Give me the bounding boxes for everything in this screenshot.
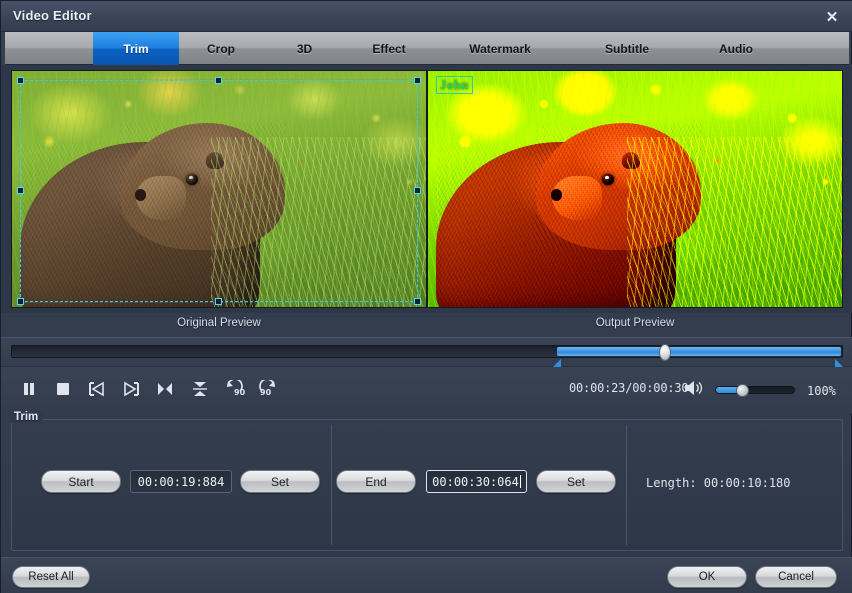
trim-end-input[interactable]: 00:00:30:064	[426, 470, 527, 493]
output-preview-label: Output Preview	[595, 317, 675, 329]
svg-text:90: 90	[260, 388, 272, 397]
snapshot-button[interactable]	[151, 376, 179, 402]
speaker-icon[interactable]	[683, 379, 705, 397]
footer-bar: Reset All OK Cancel	[1, 557, 852, 593]
volume-percent-label: 100%	[807, 384, 836, 398]
timeline-track[interactable]	[11, 344, 843, 361]
timeline-bar	[1, 337, 852, 368]
trim-end-button[interactable]: End	[336, 470, 416, 493]
tab-3d[interactable]: 3D	[263, 32, 346, 65]
rotate-left-90-button[interactable]: 90	[220, 376, 248, 402]
crop-handle-bottom-right[interactable]	[414, 298, 421, 305]
output-preview-pane[interactable]: John	[427, 70, 843, 308]
timeline-playhead[interactable]	[659, 344, 671, 361]
tab-watermark[interactable]: Watermark	[432, 32, 568, 65]
pause-button[interactable]	[15, 376, 43, 402]
trim-length-label: Length: 00:00:10:180	[646, 476, 791, 490]
preview-area: John	[1, 65, 852, 313]
crop-selection-overlay[interactable]	[17, 77, 421, 305]
time-display: 00:00:23/00:00:30	[569, 381, 689, 395]
crop-handle-top-right[interactable]	[414, 77, 421, 84]
text-caret	[519, 475, 521, 488]
video-editor-window: Video Editor ✕ Trim Crop 3D Effect Water…	[0, 0, 852, 593]
next-frame-button[interactable]	[117, 376, 145, 402]
trim-separator-right	[626, 425, 627, 545]
trim-start-set-button[interactable]: Set	[240, 470, 320, 493]
trim-start-button[interactable]: Start	[41, 470, 121, 493]
svg-text:90: 90	[234, 388, 245, 397]
reset-all-button[interactable]: Reset All	[12, 566, 90, 588]
tab-crop[interactable]: Crop	[179, 32, 263, 65]
trim-end-set-button[interactable]: Set	[536, 470, 616, 493]
crop-handle-bottom-left[interactable]	[17, 298, 24, 305]
crop-handle-top-center[interactable]	[215, 77, 222, 84]
stop-button[interactable]	[49, 376, 77, 402]
tab-audio[interactable]: Audio	[686, 32, 786, 65]
volume-slider-thumb[interactable]	[736, 384, 749, 397]
trim-panel-label: Trim	[9, 411, 44, 423]
tab-bar: Trim Crop 3D Effect Watermark Subtitle A…	[5, 32, 849, 65]
original-preview-pane[interactable]	[11, 70, 427, 308]
preview-captions: Original Preview Output Preview	[1, 313, 852, 337]
ok-button[interactable]: OK	[667, 566, 747, 588]
window-title: Video Editor	[13, 8, 92, 23]
tab-trim[interactable]: Trim	[93, 32, 179, 65]
tab-bar-spacer	[5, 32, 93, 64]
trim-start-input[interactable]: 00:00:19:884	[130, 470, 232, 493]
tab-subtitle[interactable]: Subtitle	[568, 32, 686, 65]
trim-end-input-value: 00:00:30:064	[432, 474, 519, 489]
crop-handle-middle-left[interactable]	[17, 187, 24, 194]
trim-separator-left	[331, 425, 332, 545]
timeline-selected-range[interactable]	[557, 347, 841, 356]
flip-vertical-button[interactable]	[186, 376, 214, 402]
title-bar: Video Editor ✕	[1, 1, 852, 32]
volume-slider[interactable]	[715, 384, 795, 397]
cancel-button[interactable]: Cancel	[755, 566, 837, 588]
tab-effect[interactable]: Effect	[346, 32, 432, 65]
watermark-text[interactable]: John	[436, 76, 473, 94]
crop-handle-bottom-center[interactable]	[215, 298, 222, 305]
previous-frame-button[interactable]	[83, 376, 111, 402]
crop-handle-middle-right[interactable]	[414, 187, 421, 194]
original-preview-label: Original Preview	[177, 317, 261, 329]
crop-handle-top-left[interactable]	[17, 77, 24, 84]
rotate-right-90-button[interactable]: 90	[254, 376, 282, 402]
close-icon[interactable]: ✕	[819, 5, 845, 28]
output-noise-overlay	[428, 71, 842, 307]
